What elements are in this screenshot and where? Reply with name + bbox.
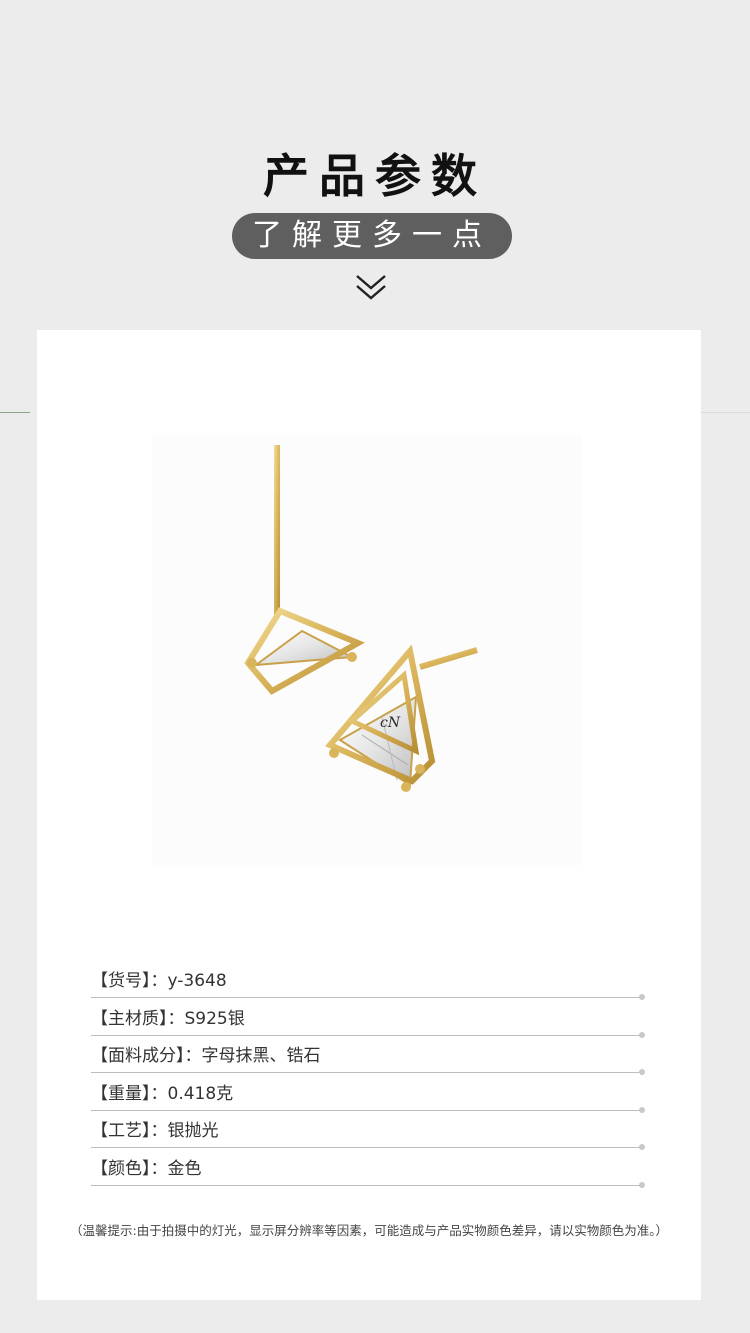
side-divider-right <box>700 412 750 413</box>
param-value: 银抛光 <box>167 1121 219 1141</box>
param-value: 0.418克 <box>167 1083 234 1104</box>
row-divider <box>91 1147 640 1148</box>
param-colon: ： <box>150 1083 168 1104</box>
side-divider-left <box>0 412 30 413</box>
param-colon: ： <box>167 1008 185 1029</box>
param-label: 【颜色】 <box>91 1158 151 1179</box>
earring-illustration: cN <box>244 445 478 792</box>
row-dot <box>639 1031 645 1038</box>
row-dot <box>639 994 645 1000</box>
param-colon: ： <box>150 1158 168 1179</box>
param-row-weight: 【重量】：0.418克 <box>91 1080 651 1118</box>
row-divider <box>91 1072 640 1073</box>
row-divider <box>91 997 640 998</box>
parameter-card: cN 【货号】：y-3648 【主材质】：S925银 【面料成分】：字母抹黑、锆… <box>37 330 701 1300</box>
param-label: 【工艺】 <box>91 1121 151 1141</box>
color-disclaimer: （温馨提示:由于拍摄中的灯光，显示屏分辨率等因素，可能造成与产品实物颜色差异，请… <box>70 1223 668 1238</box>
param-value: S925银 <box>184 1008 245 1029</box>
param-row-craft: 【工艺】：银抛光 <box>91 1117 651 1155</box>
row-divider <box>91 1184 640 1186</box>
back-earring-post <box>274 445 280 615</box>
param-label: 【主材质】 <box>91 1008 168 1029</box>
param-colon: ： <box>184 1046 202 1066</box>
param-label: 【重量】 <box>91 1083 151 1104</box>
param-value: 金色 <box>167 1158 202 1179</box>
param-colon: ： <box>150 971 168 991</box>
param-value: y-3648 <box>167 971 227 991</box>
row-dot <box>639 1069 645 1075</box>
parameter-list: 【货号】：y-3648 【主材质】：S925银 【面料成分】：字母抹黑、锆石 【… <box>91 967 651 1192</box>
row-divider <box>91 1109 640 1111</box>
product-photo: cN <box>152 435 582 865</box>
row-dot <box>639 1181 645 1188</box>
param-label: 【面料成分】 <box>91 1046 185 1066</box>
learn-more-banner: 了解更多一点 <box>232 213 512 259</box>
page-title: 产品参数 <box>263 149 487 203</box>
param-colon: ： <box>150 1121 168 1141</box>
row-divider <box>91 1034 640 1036</box>
double-chevron-down-icon <box>356 275 386 300</box>
front-earring-gem <box>338 695 418 787</box>
param-row-color: 【颜色】：金色 <box>91 1155 651 1193</box>
param-row-material: 【主材质】：S925银 <box>91 1005 651 1043</box>
row-dot <box>639 1144 645 1150</box>
front-earring-post <box>419 647 478 670</box>
param-value: 字母抹黑、锆石 <box>201 1046 321 1066</box>
letter-engraving: cN <box>380 715 401 731</box>
param-row-composition: 【面料成分】：字母抹黑、锆石 <box>91 1042 651 1080</box>
row-dot <box>639 1106 645 1113</box>
param-row-item-number: 【货号】：y-3648 <box>91 967 651 1005</box>
param-label: 【货号】 <box>91 971 151 991</box>
